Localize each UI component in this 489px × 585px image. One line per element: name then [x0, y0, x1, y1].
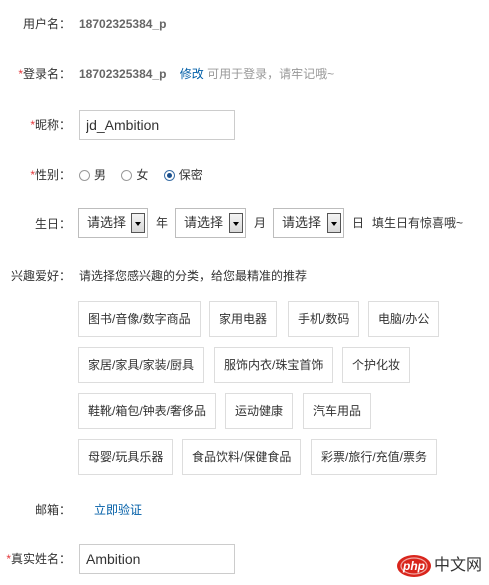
birthday-label: 生日：	[34, 217, 71, 231]
gender-option-secret[interactable]: 保密	[163, 159, 203, 191]
interest-tag[interactable]: 运动健康	[225, 393, 294, 429]
gender-options: 男 女 保密	[79, 159, 215, 191]
month-unit: 月	[254, 216, 267, 230]
nickname-input[interactable]	[79, 110, 235, 140]
interest-tag[interactable]: 服饰内衣/珠宝首饰	[214, 347, 334, 383]
nickname-label: *昵称：	[30, 118, 71, 132]
radio-female[interactable]	[121, 170, 133, 182]
verify-email-link[interactable]: 立即验证	[94, 494, 142, 526]
watermark-text: 中文网	[434, 557, 483, 574]
login-name-hint: 可用于登录，请牢记哦~	[207, 67, 335, 81]
radio-secret[interactable]	[163, 170, 175, 182]
watermark-logo-letters: php	[403, 559, 425, 573]
login-name-row: *登录名： 18702325384_p 修改 可用于登录，请牢记哦~	[0, 58, 489, 90]
interest-tag[interactable]: 食品饮料/保健食品	[182, 439, 302, 475]
birth-year-value: 请选择	[87, 215, 127, 230]
login-name-label: *登录名：	[18, 67, 71, 81]
chevron-down-icon[interactable]	[327, 213, 341, 233]
birth-year-select[interactable]: 请选择	[78, 208, 148, 238]
interest-tag[interactable]: 个护化妆	[342, 347, 411, 383]
birth-day-value: 请选择	[282, 215, 322, 230]
interest-tag[interactable]: 图书/音像/数字商品	[78, 301, 201, 337]
interest-tag[interactable]: 手机/数码	[288, 301, 360, 337]
gender-option-male[interactable]: 男	[79, 159, 106, 191]
php-cn-watermark: php 中文网	[396, 553, 482, 579]
real-name-label: *真实姓名：	[6, 552, 71, 566]
year-unit: 年	[156, 216, 169, 230]
gender-row: *性别： 男 女 保密	[0, 159, 489, 191]
interests-label: 兴趣爱好：	[10, 269, 71, 283]
username-row: 用户名： 18702325384_p	[0, 8, 489, 40]
interest-tag[interactable]: 家居/家具/家装/厨具	[78, 347, 205, 383]
birthday-row: 生日： 请选择 年 请选择 月 请选择 日 填生日有惊喜哦~	[0, 208, 489, 240]
interest-tag[interactable]: 彩票/旅行/充值/票务	[311, 439, 438, 475]
interest-tag[interactable]: 母婴/玩具乐器	[78, 439, 174, 475]
username-value: 18702325384_p	[79, 17, 167, 31]
email-row: 邮箱： 立即验证	[0, 494, 489, 526]
email-label: 邮箱：	[34, 503, 71, 517]
interests-prompt: 请选择您感兴趣的分类，给您最精准的推荐	[79, 269, 308, 283]
day-unit: 日	[352, 216, 365, 230]
birthday-hint: 填生日有惊喜哦~	[372, 216, 464, 230]
chevron-down-icon[interactable]	[131, 213, 145, 233]
real-name-input[interactable]	[79, 544, 235, 574]
interest-tag[interactable]: 电脑/办公	[368, 301, 440, 337]
birth-day-select[interactable]: 请选择	[273, 208, 344, 238]
birth-month-value: 请选择	[184, 215, 224, 230]
username-label: 用户名：	[22, 17, 71, 31]
interest-tag[interactable]: 汽车用品	[303, 393, 372, 429]
gender-option-female[interactable]: 女	[121, 159, 148, 191]
interest-tag[interactable]: 鞋靴/箱包/钟表/奢侈品	[78, 393, 217, 429]
gender-label: *性别：	[30, 168, 71, 182]
birth-month-select[interactable]: 请选择	[175, 208, 246, 238]
interest-tag[interactable]: 家用电器	[209, 301, 278, 337]
nickname-row: *昵称：	[0, 109, 489, 141]
interests-row: 兴趣爱好： 请选择您感兴趣的分类，给您最精准的推荐	[0, 260, 489, 292]
edit-login-name-link[interactable]: 修改	[180, 67, 204, 81]
radio-male[interactable]	[79, 170, 90, 182]
chevron-down-icon[interactable]	[229, 213, 243, 233]
login-name-value: 18702325384_p	[79, 67, 167, 81]
